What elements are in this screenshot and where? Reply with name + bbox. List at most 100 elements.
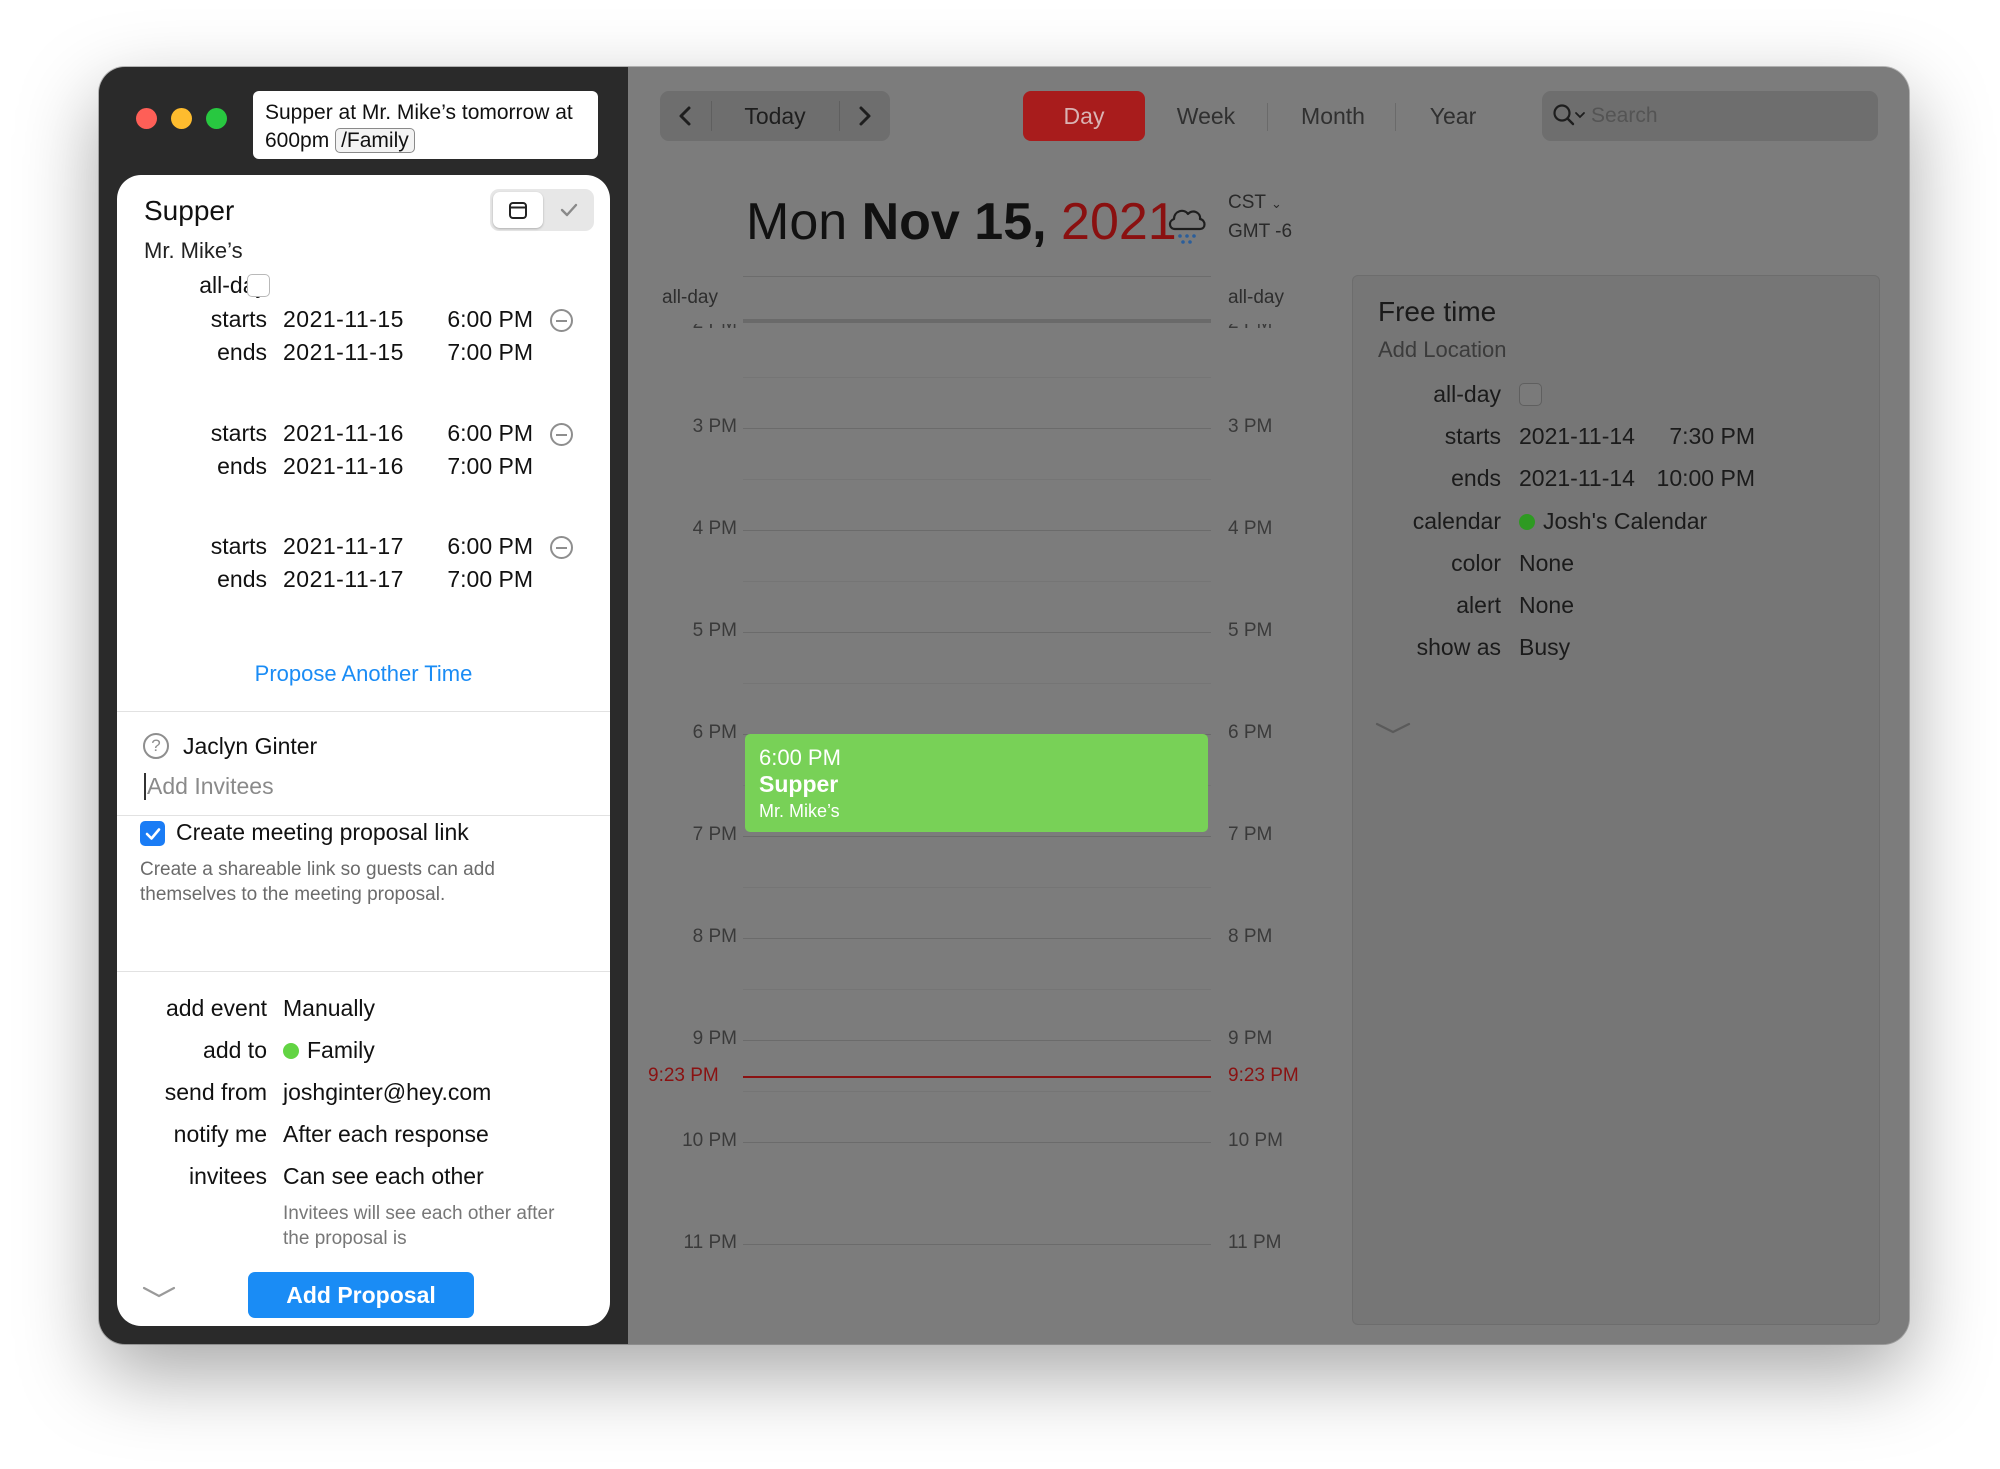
hour-label: 4 PM — [692, 518, 737, 539]
zoom-button[interactable] — [206, 108, 227, 129]
chevron-down-icon[interactable] — [142, 1285, 176, 1299]
add-event-value[interactable]: Manually — [283, 995, 375, 1022]
remove-time-icon[interactable] — [550, 309, 573, 332]
search-field[interactable]: Search — [1542, 91, 1878, 141]
close-button[interactable] — [136, 108, 157, 129]
notify-me-row: notify me After each response — [117, 1121, 610, 1151]
hour-line — [743, 938, 1211, 939]
all-day-label-right: all-day — [1228, 287, 1284, 308]
event-location[interactable]: Mr. Mike’s — [144, 238, 243, 264]
invitees-label: invitees — [189, 1163, 267, 1189]
propose-another-time-link[interactable]: Propose Another Time — [117, 661, 610, 687]
tab-day[interactable]: Day — [1023, 91, 1145, 141]
hour-label: 6 PM — [1228, 722, 1273, 743]
send-from-value[interactable]: joshginter@hey.com — [283, 1079, 491, 1106]
start-date[interactable]: 2021-11-14 — [1519, 423, 1635, 450]
supper-event[interactable]: 6:00 PM Supper Mr. Mike’s — [745, 734, 1208, 832]
today-button[interactable]: Today — [712, 91, 838, 141]
event-time: 6:00 PM — [759, 745, 841, 770]
add-invitees-input[interactable]: Add Invitees — [144, 773, 274, 800]
remove-time-icon[interactable] — [550, 536, 573, 559]
end-date[interactable]: 2021-11-17 — [283, 566, 404, 593]
end-time[interactable]: 7:00 PM — [407, 453, 533, 480]
divider — [1267, 103, 1268, 131]
start-time[interactable]: 6:00 PM — [407, 420, 533, 447]
ends-label: ends — [1451, 465, 1501, 491]
show-as-value[interactable]: Busy — [1519, 634, 1570, 661]
event-sidebar: Supper at Mr. Mike’s tomorrow at 600pm /… — [99, 67, 628, 1344]
add-to-row: add to Family — [117, 1037, 610, 1067]
add-location-field[interactable]: Add Location — [1378, 337, 1506, 363]
event-title[interactable]: Supper — [144, 195, 234, 227]
all-day-label-left: all-day — [662, 287, 718, 308]
start-date[interactable]: 2021-11-15 — [283, 306, 404, 333]
start-date[interactable]: 2021-11-17 — [283, 533, 404, 560]
half-hour-line — [743, 989, 1211, 990]
create-link-checkbox[interactable] — [140, 821, 165, 846]
chevron-down-icon[interactable] — [1375, 721, 1411, 735]
question-icon: ? — [143, 733, 169, 759]
calendar-mode-button[interactable] — [493, 192, 543, 228]
calendar-name: Josh's Calendar — [1543, 508, 1708, 534]
natural-language-input[interactable]: Supper at Mr. Mike’s tomorrow at 600pm /… — [253, 91, 598, 159]
tab-year[interactable]: Year — [1399, 91, 1507, 141]
all-day-checkbox[interactable] — [1519, 383, 1542, 406]
hour-label: 7 PM — [1228, 824, 1273, 845]
all-day-row: all-day — [117, 272, 610, 302]
add-to-value[interactable]: Family — [283, 1037, 375, 1064]
tab-month[interactable]: Month — [1273, 91, 1393, 141]
add-to-label: add to — [203, 1037, 267, 1063]
half-hour-line — [743, 1091, 1211, 1092]
end-time[interactable]: 10:00 PM — [1631, 465, 1755, 492]
start-time[interactable]: 6:00 PM — [407, 306, 533, 333]
end-date[interactable]: 2021-11-15 — [283, 339, 404, 366]
calendar-main: Today Day Week Month Year Search Mon Nov… — [628, 67, 1909, 1344]
chevron-down-icon: ⌄ — [1270, 196, 1282, 211]
divider — [117, 711, 610, 712]
calendar-token[interactable]: /Family — [335, 128, 415, 153]
ends-label: ends — [217, 566, 267, 592]
event-title: Supper — [759, 771, 839, 797]
all-day-checkbox[interactable] — [247, 274, 270, 297]
notify-me-value[interactable]: After each response — [283, 1121, 489, 1148]
free-calendar-row: calendar Josh's Calendar — [1353, 508, 1879, 538]
show-as-label: show as — [1416, 634, 1501, 660]
hour-line — [743, 836, 1211, 837]
add-proposal-button[interactable]: Add Proposal — [248, 1272, 474, 1318]
add-event-label: add event — [165, 995, 267, 1021]
calendar-window: Supper at Mr. Mike’s tomorrow at 600pm /… — [99, 67, 1909, 1344]
end-date[interactable]: 2021-11-16 — [283, 453, 404, 480]
chevron-left-icon — [679, 106, 691, 126]
invitee-name[interactable]: Jaclyn Ginter — [183, 733, 317, 760]
start-time[interactable]: 7:30 PM — [1631, 423, 1755, 450]
search-icon — [1553, 104, 1585, 126]
timezone-selector[interactable]: CST ⌄ GMT -6 — [1228, 189, 1292, 246]
previous-button[interactable] — [660, 91, 710, 141]
calendar-value[interactable]: Josh's Calendar — [1519, 508, 1707, 535]
end-time[interactable]: 7:00 PM — [407, 339, 533, 366]
alert-label: alert — [1456, 592, 1501, 618]
event-location: Mr. Mike’s — [759, 801, 840, 821]
invitees-value[interactable]: Can see each other — [283, 1163, 484, 1190]
tab-week[interactable]: Week — [1151, 91, 1261, 141]
alert-value[interactable]: None — [1519, 592, 1574, 619]
chevron-right-icon — [859, 106, 871, 126]
remove-time-icon[interactable] — [550, 423, 573, 446]
color-value[interactable]: None — [1519, 550, 1574, 577]
free-time-title[interactable]: Free time — [1378, 296, 1496, 328]
hour-label: 7 PM — [692, 824, 737, 845]
invitees-help: Invitees will see each other after the p… — [283, 1203, 555, 1249]
minimize-button[interactable] — [171, 108, 192, 129]
starts-label: starts — [210, 420, 267, 446]
checkmark-mode-button[interactable] — [543, 200, 594, 220]
end-date[interactable]: 2021-11-14 — [1519, 465, 1635, 492]
create-link-label[interactable]: Create meeting proposal link — [176, 819, 469, 846]
window-controls — [136, 108, 227, 129]
end-time[interactable]: 7:00 PM — [407, 566, 533, 593]
notify-me-label: notify me — [173, 1121, 267, 1147]
next-button[interactable] — [840, 91, 890, 141]
start-time[interactable]: 6:00 PM — [407, 533, 533, 560]
start-date[interactable]: 2021-11-16 — [283, 420, 404, 447]
day-year: 2021 — [1061, 193, 1177, 251]
hour-line — [743, 428, 1211, 429]
